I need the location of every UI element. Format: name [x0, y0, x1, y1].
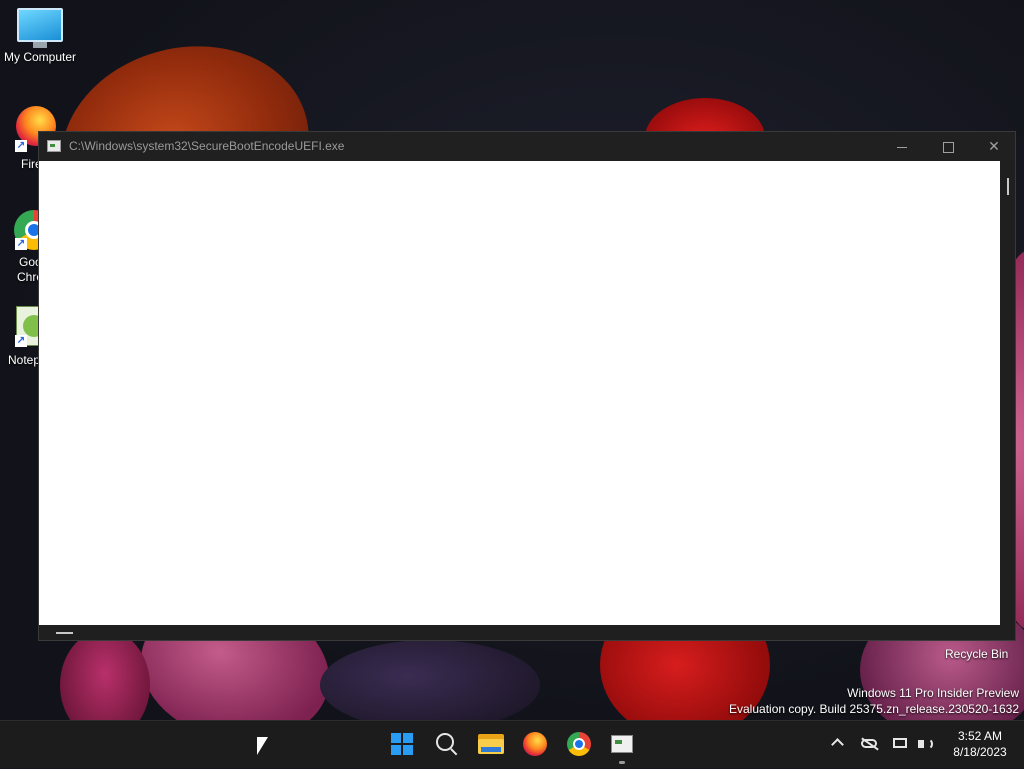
desktop-icon-label: My Computer — [3, 50, 77, 64]
console-window[interactable]: C:\Windows\system32\SecureBootEncodeUEFI… — [38, 131, 1016, 641]
onedrive-tray-button[interactable] — [858, 721, 880, 769]
desktop-icon-my-computer[interactable]: My Computer — [0, 8, 80, 64]
shortcut-arrow-icon: ↗ — [15, 140, 27, 152]
clock-date: 8/18/2023 — [953, 745, 1007, 759]
show-hidden-icons-button[interactable] — [828, 721, 846, 769]
start-button[interactable] — [388, 729, 418, 759]
network-icon — [893, 738, 907, 748]
watermark-line2: Evaluation copy. Build 25375.zn_release.… — [729, 702, 1019, 716]
speaker-wave — [925, 738, 933, 750]
shortcut-arrow-icon: ↗ — [15, 238, 27, 250]
mouse-cursor — [257, 737, 268, 755]
vertical-scroll-thumb[interactable] — [1007, 178, 1009, 195]
taskbar-firefox[interactable] — [520, 729, 550, 759]
horizontal-scroll-thumb[interactable] — [56, 632, 73, 634]
chrome-icon — [567, 732, 591, 756]
clock-time: 3:52 AM — [957, 729, 1003, 743]
console-app-icon[interactable] — [47, 140, 61, 152]
vertical-scrollbar[interactable] — [1000, 161, 1015, 625]
taskbar: 3:52 AM 8/18/2023 — [0, 720, 1024, 768]
maximize-button[interactable] — [925, 132, 971, 161]
search-button[interactable] — [432, 729, 462, 759]
chevron-up-icon — [830, 738, 844, 751]
window-title: C:\Windows\system32\SecureBootEncodeUEFI… — [69, 139, 345, 153]
window-titlebar[interactable]: C:\Windows\system32\SecureBootEncodeUEFI… — [39, 132, 1015, 161]
desktop-icon-recycle-bin[interactable]: Recycle Bin — [945, 647, 1008, 661]
wallpaper-shape — [60, 630, 150, 720]
monitor-icon — [0, 8, 80, 48]
speaker-icon — [918, 740, 924, 748]
taskbar-clock[interactable]: 3:52 AM 8/18/2023 — [940, 728, 1020, 760]
windows-watermark: Windows 11 Pro Insider Preview Evaluatio… — [729, 685, 1019, 717]
maximize-icon — [942, 141, 954, 153]
close-button[interactable]: ✕ — [971, 132, 1017, 161]
minimize-button[interactable] — [879, 132, 925, 161]
minimize-icon — [897, 146, 907, 148]
watermark-line1: Windows 11 Pro Insider Preview — [847, 686, 1019, 700]
horizontal-scrollbar[interactable] — [39, 625, 1000, 640]
shortcut-arrow-icon: ↗ — [15, 335, 27, 347]
close-icon: ✕ — [988, 138, 1000, 154]
running-indicator — [619, 761, 625, 764]
wallpaper-shape — [320, 640, 540, 720]
desktop-icon-label: Notep — [8, 353, 41, 367]
console-app-icon — [611, 735, 633, 753]
taskbar-file-explorer[interactable] — [476, 729, 506, 759]
network-tray-button[interactable] — [890, 721, 912, 769]
volume-tray-button[interactable] — [914, 721, 936, 769]
firefox-icon — [523, 732, 547, 756]
taskbar-chrome[interactable] — [564, 729, 594, 759]
console-output-area[interactable] — [39, 161, 1000, 625]
taskbar-console-window[interactable] — [607, 729, 637, 759]
